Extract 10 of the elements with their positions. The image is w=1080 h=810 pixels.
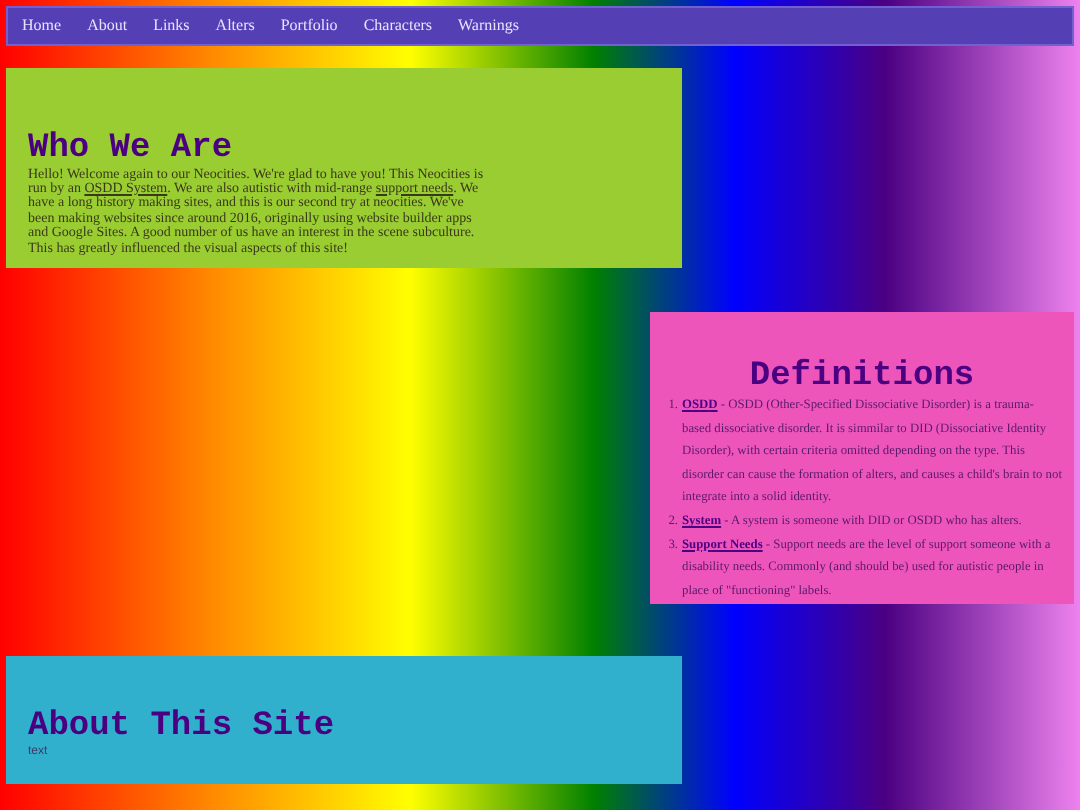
- nav-link[interactable]: Links: [153, 14, 190, 38]
- section-heading: About This Site: [28, 710, 337, 746]
- section-heading: Definitions: [747, 360, 977, 394]
- nav-link[interactable]: Home: [22, 14, 62, 38]
- nav-link[interactable]: Characters: [363, 14, 433, 38]
- nav-link[interactable]: Portfolio: [280, 14, 338, 38]
- nav-link[interactable]: Alters: [215, 14, 255, 38]
- nav-link[interactable]: About: [87, 14, 128, 38]
- section-heading: Who We Are: [28, 131, 235, 168]
- nav-link[interactable]: Warnings: [458, 14, 519, 38]
